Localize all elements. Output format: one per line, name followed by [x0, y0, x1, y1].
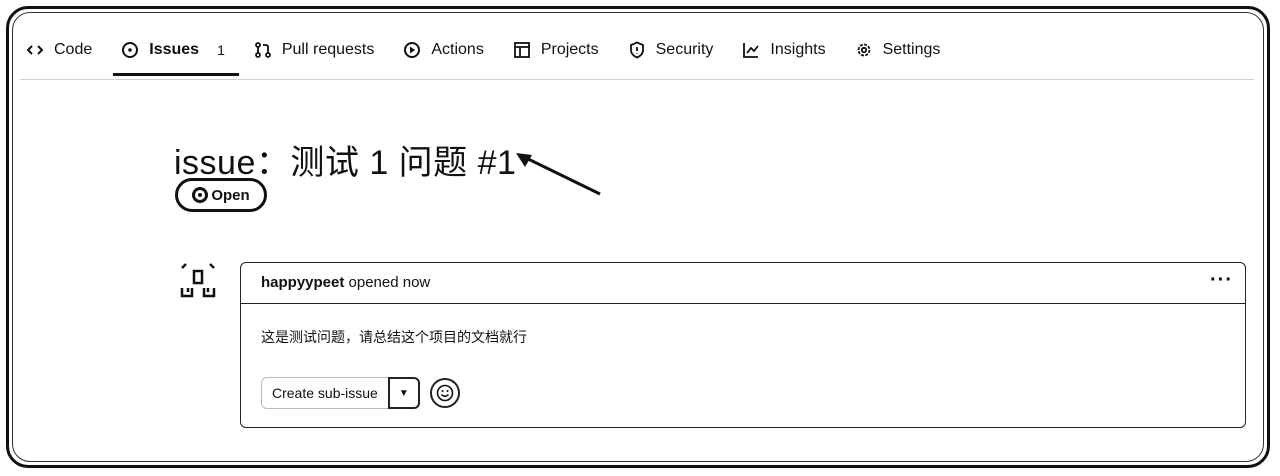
- shield-icon: [628, 41, 646, 59]
- tab-actions[interactable]: Actions: [403, 30, 484, 70]
- tab-security[interactable]: Security: [628, 30, 714, 70]
- code-icon: [26, 41, 44, 59]
- tab-label: Code: [54, 41, 93, 58]
- tab-label: Pull requests: [281, 41, 375, 58]
- tab-label: Settings: [882, 41, 941, 58]
- tab-label: Insights: [770, 41, 826, 58]
- comment-actions: Create sub-issue ▼: [261, 377, 460, 409]
- author-link[interactable]: happyypeet: [261, 274, 344, 291]
- annotation-arrow: [516, 153, 601, 196]
- smiley-icon: [436, 384, 454, 402]
- comment-action: opened now: [348, 274, 431, 291]
- issue-state-badge: Open: [175, 178, 267, 212]
- tab-pull-requests[interactable]: Pull requests: [254, 30, 375, 70]
- tab-label: Actions: [431, 41, 484, 58]
- issue-title: issue：测试 1 问题 #1: [174, 143, 517, 182]
- comment-header: happyypeet opened now ···: [241, 263, 1245, 304]
- tab-label: Issues: [149, 41, 200, 58]
- pull-request-icon: [254, 41, 272, 59]
- tabs-divider: [20, 79, 1254, 80]
- graph-icon: [742, 41, 760, 59]
- tab-label: Security: [655, 41, 714, 58]
- issues-count-badge: 1: [217, 42, 225, 58]
- issue-opened-icon: [121, 41, 139, 59]
- add-reaction-button[interactable]: [429, 378, 460, 408]
- create-sub-issue-dropdown[interactable]: ▼: [387, 377, 420, 409]
- chevron-down-icon: ▼: [398, 387, 409, 399]
- tab-code[interactable]: Code: [26, 30, 92, 70]
- issue-opened-icon: [192, 187, 209, 203]
- gear-icon: [855, 41, 873, 59]
- comment-body: 这是测试问题，请总结这个项目的文档就行: [261, 329, 527, 345]
- avatar[interactable]: [178, 262, 218, 302]
- create-sub-issue-button[interactable]: Create sub-issue: [261, 377, 388, 409]
- issue-comment: happyypeet opened now ··· 这是测试问题，请总结这个项目…: [240, 262, 1246, 428]
- repo-tabs: Code Issues 1 Pull requests Actions Proj…: [26, 30, 969, 76]
- table-icon: [513, 41, 531, 59]
- tab-insights[interactable]: Insights: [742, 30, 826, 70]
- tab-settings[interactable]: Settings: [855, 30, 941, 70]
- tab-label: Projects: [540, 41, 599, 58]
- tab-projects[interactable]: Projects: [513, 30, 599, 70]
- issue-state-label: Open: [211, 186, 250, 204]
- comment-meta: happyypeet opened now: [261, 274, 430, 291]
- tab-issues[interactable]: Issues 1: [113, 30, 239, 76]
- kebab-menu-icon[interactable]: ···: [1210, 269, 1233, 292]
- play-icon: [403, 41, 421, 59]
